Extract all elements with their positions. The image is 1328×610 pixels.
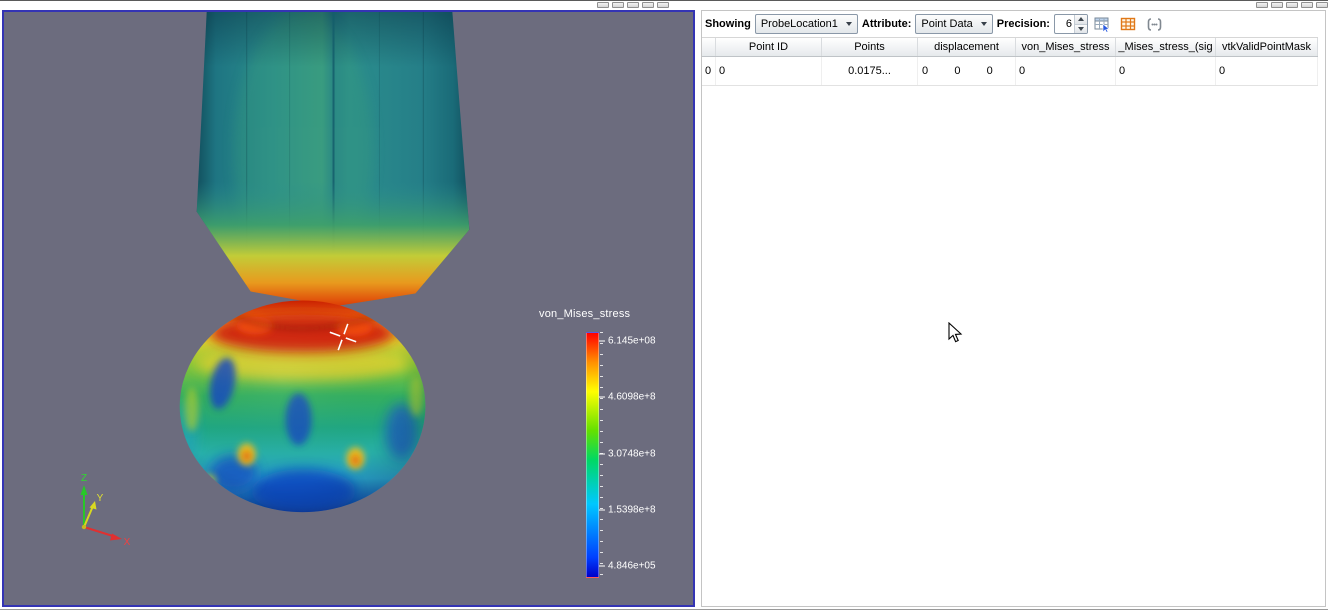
toggle-column-visibility-icon <box>1121 17 1136 30</box>
chevron-down-icon <box>845 22 852 26</box>
view-frame-button[interactable] <box>1271 2 1283 8</box>
displacement-y: 0 <box>954 65 961 77</box>
point-id-cell: 0 <box>716 57 822 85</box>
column-header-mises-stress-sig[interactable]: _Mises_stress_(sig <box>1116 38 1216 56</box>
legend-label: 3.0748e+8 <box>599 448 656 459</box>
view-frame-button[interactable] <box>597 2 609 8</box>
spreadsheet-titlebar-buttons <box>1256 2 1328 8</box>
displacement-cell: 0 0 0 <box>918 57 1016 85</box>
valid-point-mask-cell: 0 <box>1216 57 1318 85</box>
legend-label: 1.5398e+8 <box>599 504 656 515</box>
attribute-label: Attribute: <box>861 18 912 30</box>
legend-tick <box>599 509 605 511</box>
legend-label: 4.6098e+8 <box>599 392 656 403</box>
spin-down-button[interactable] <box>1074 23 1087 33</box>
displacement-z: 0 <box>986 65 993 77</box>
legend-label: 6.145e+08 <box>599 336 656 347</box>
attribute-combobox-value: Point Data <box>921 18 973 30</box>
view-frame-button[interactable] <box>642 2 654 8</box>
spreadsheet-toolbar: Showing ProbeLocation1 Attribute: Point … <box>702 11 1325 37</box>
color-legend[interactable]: von_Mises_stress 6.145e+08 4.6098e+8 3.0… <box>539 308 689 578</box>
view-frame-button[interactable] <box>612 2 624 8</box>
spreadsheet-view: Showing ProbeLocation1 Attribute: Point … <box>701 10 1326 607</box>
column-header-von-mises-stress[interactable]: von_Mises_stress <box>1016 38 1116 56</box>
orientation-axes: Z Y X <box>80 473 131 548</box>
showing-combobox[interactable]: ProbeLocation1 <box>754 14 858 34</box>
column-header-point-id[interactable]: Point ID <box>716 38 822 56</box>
probe-crosshair[interactable] <box>319 313 367 361</box>
view-frame-button[interactable] <box>1316 2 1328 8</box>
show-only-selected-icon <box>1094 17 1111 33</box>
legend-tick <box>599 453 605 455</box>
showing-label: Showing <box>705 18 751 30</box>
legend-tick <box>599 396 605 398</box>
axis-y-label: Y <box>97 493 104 504</box>
row-index-cell: 0 <box>702 57 716 85</box>
render-view[interactable]: von_Mises_stress 6.145e+08 4.6098e+8 3.0… <box>2 10 695 607</box>
show-only-selected-button[interactable] <box>1092 13 1114 35</box>
spin-up-button[interactable] <box>1074 15 1087 24</box>
paraview-window: von_Mises_stress 6.145e+08 4.6098e+8 3.0… <box>0 0 1328 610</box>
toggle-field-data-icon <box>1148 17 1162 31</box>
view-frame-button[interactable] <box>627 2 639 8</box>
view-frame-button[interactable] <box>1286 2 1298 8</box>
render-view-titlebar-buttons <box>597 2 669 8</box>
mouse-cursor <box>948 322 963 343</box>
mises-stress-sig-cell: 0 <box>1116 57 1216 85</box>
showing-combobox-value: ProbeLocation1 <box>760 18 838 30</box>
spreadsheet-table: Point ID Points displacement von_Mises_s… <box>702 37 1318 86</box>
table-header-row: Point ID Points displacement von_Mises_s… <box>702 37 1318 57</box>
von-mises-stress-cell: 0 <box>1016 57 1116 85</box>
column-header-valid-point-mask[interactable]: vtkValidPointMask <box>1216 38 1318 56</box>
precision-spinbox[interactable]: 6 <box>1053 14 1088 34</box>
view-frame-button[interactable] <box>1256 2 1268 8</box>
legend-tick <box>599 565 605 567</box>
column-header-points[interactable]: Points <box>822 38 918 56</box>
legend-color-bar <box>586 332 599 578</box>
attribute-combobox[interactable]: Point Data <box>915 14 993 34</box>
precision-label: Precision: <box>996 18 1050 30</box>
legend-title: von_Mises_stress <box>539 308 631 320</box>
precision-value: 6 <box>1065 18 1072 30</box>
row-index-header <box>702 38 716 56</box>
displacement-x: 0 <box>922 65 929 77</box>
spinner-buttons <box>1073 15 1087 33</box>
axis-z-label: Z <box>81 473 87 484</box>
legend-tick <box>599 340 605 342</box>
points-cell: 0.0175... <box>822 57 918 85</box>
view-frame-button[interactable] <box>1301 2 1313 8</box>
spin-up-icon <box>1077 17 1084 22</box>
view-frame-button[interactable] <box>657 2 669 8</box>
legend-label: 4.846e+05 <box>599 560 656 571</box>
toggle-column-visibility-button[interactable] <box>1118 13 1140 35</box>
column-header-displacement[interactable]: displacement <box>918 38 1016 56</box>
axis-x-label: X <box>124 537 131 548</box>
spin-down-icon <box>1077 26 1084 31</box>
toggle-field-data-button[interactable] <box>1144 13 1166 35</box>
chevron-down-icon <box>980 22 987 26</box>
table-row[interactable]: 0 0 0.0175... 0 0 0 0 0 0 <box>702 57 1318 86</box>
